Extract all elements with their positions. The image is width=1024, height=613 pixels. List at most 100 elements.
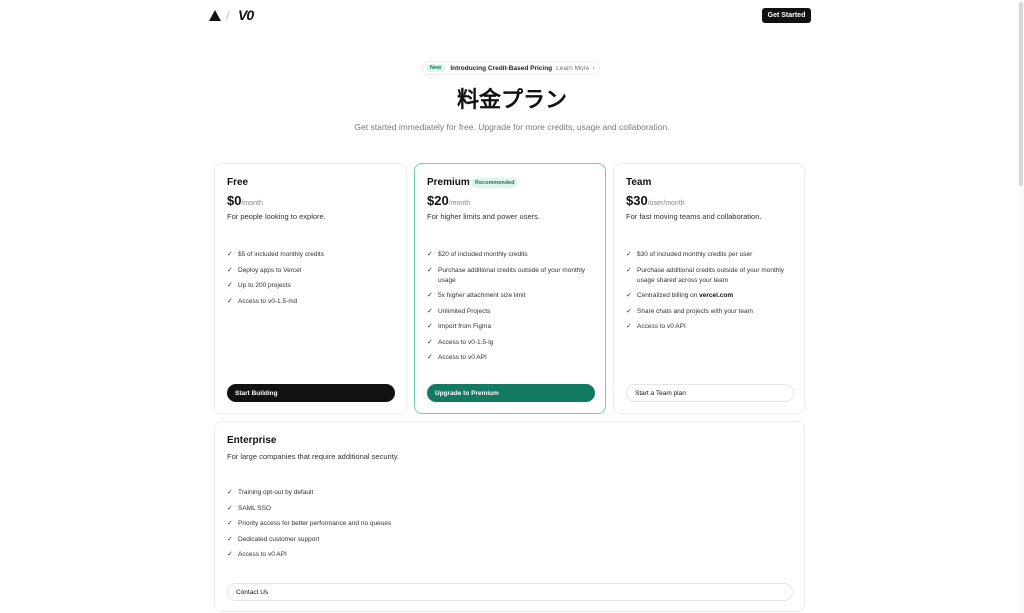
feature-item: ✓ Priority access for better performance …: [227, 519, 627, 529]
start-building-button[interactable]: Start Building: [227, 384, 395, 402]
check-icon: ✓: [227, 504, 233, 512]
feature-text: Access to v0 API: [438, 354, 487, 361]
feature-text: Access to v0 API: [637, 323, 686, 330]
feature-text: Import from Figma: [438, 323, 492, 330]
feature-item: ✓ $30 of included monthly credits per use…: [626, 250, 796, 260]
plan-name: Premium: [427, 177, 470, 188]
check-icon: ✓: [227, 266, 233, 274]
price-period: /user/month: [647, 200, 685, 207]
feature-item: ✓ $5 of included monthly credits: [227, 250, 397, 260]
feature-item: ✓ Access to v0 API: [427, 353, 597, 363]
feature-text: Access to v0-1.5-lg: [438, 338, 494, 346]
check-icon: ✓: [427, 266, 433, 274]
feature-text-prefix: Centralized billing on: [637, 292, 698, 299]
chevron-right-icon: ›: [592, 64, 595, 72]
check-icon: ✓: [427, 251, 433, 258]
plan-card-free: Free $0/month For people looking to expl…: [214, 163, 407, 414]
top-header: / V0 Get Started: [0, 0, 1024, 32]
scrollbar-thumb[interactable]: [1019, 2, 1023, 186]
feature-text: SAML SSO: [238, 504, 271, 512]
plan-price: $20/month: [427, 193, 470, 208]
price-period: /month: [241, 200, 263, 207]
feature-item: ✓ Dedicated customer support: [227, 535, 627, 545]
vercel-triangle-logo-icon[interactable]: [209, 10, 221, 21]
feature-item: ✓ Centralized billing on vercel.com: [626, 291, 796, 301]
check-icon: ✓: [626, 266, 632, 274]
plan-price: $30/user/month: [626, 193, 685, 208]
logo-separator: /: [226, 8, 230, 23]
feature-text: Up to 200 projects: [238, 282, 291, 289]
plan-name: Team: [626, 177, 652, 188]
feature-item: ✓ Access to v0-1.5-md: [227, 297, 397, 307]
feature-item: ✓ Access to v0 API: [626, 322, 796, 332]
upgrade-to-premium-button[interactable]: Upgrade to Premium: [427, 384, 595, 402]
learn-more-link[interactable]: Learn More: [556, 65, 589, 72]
page-subtitle: Get started immediately for free. Upgrad…: [354, 122, 670, 132]
feature-item: ✓ Access to v0 API: [227, 550, 627, 560]
feature-text: $30 of included monthly credits per user: [637, 251, 753, 258]
feature-text: Centralized billing on vercel.com: [637, 291, 733, 301]
feature-item: ✓ Purchase additional credits outside of …: [626, 266, 796, 286]
check-icon: ✓: [227, 489, 233, 496]
plan-name: Enterprise: [227, 435, 277, 446]
feature-list: ✓ Training opt-out by default ✓ SAML SSO ✓…: [227, 488, 627, 566]
check-icon: ✓: [227, 282, 233, 289]
feature-text: Purchase additional credits outside of y…: [637, 266, 785, 284]
v0-logo[interactable]: V0: [238, 7, 254, 23]
price-period: /month: [448, 200, 471, 207]
plan-card-premium: Premium Recommended $20/month For higher…: [414, 163, 606, 414]
feature-item: ✓ Purchase additional credits outside of …: [427, 266, 597, 286]
feature-item: ✓ Unlimited Projects: [427, 307, 597, 317]
check-icon: ✓: [427, 338, 433, 346]
check-icon: ✓: [427, 307, 433, 315]
billing-domain: vercel.com: [699, 292, 734, 299]
feature-text: Access to v0-1.5-md: [238, 297, 298, 305]
get-started-button[interactable]: Get Started: [762, 8, 811, 23]
feature-item: ✓ Up to 200 projects: [227, 281, 397, 291]
feature-text: 5x higher attachment size limit: [438, 292, 526, 299]
check-icon: ✓: [227, 251, 233, 258]
check-icon: ✓: [626, 251, 632, 258]
feature-item: ✓ SAML SSO: [227, 504, 627, 514]
check-icon: ✓: [626, 307, 632, 315]
page-scrollbar[interactable]: [1018, 0, 1024, 613]
plan-description: For large companies that require additio…: [227, 452, 400, 461]
plan-price: $0/month: [227, 193, 263, 208]
feature-text: Share chats and projects with your team: [637, 307, 753, 315]
check-icon: ✓: [427, 354, 433, 361]
contact-us-button[interactable]: Contact Us: [227, 583, 793, 601]
feature-text: Priority access for better performance a…: [238, 520, 392, 527]
feature-list: ✓ $30 of included monthly credits per use…: [626, 250, 796, 338]
feature-text: Dedicated customer support: [238, 535, 320, 543]
new-badge: New: [426, 64, 446, 72]
plan-name: Free: [227, 177, 249, 188]
plan-description: For fast moving teams and collaboration.: [626, 212, 762, 221]
feature-item: ✓ $20 of included monthly credits: [427, 250, 597, 260]
feature-text: $20 of included monthly credits: [438, 251, 528, 258]
price-amount: $0: [227, 193, 242, 208]
feature-text: Training opt-out by default: [238, 489, 314, 496]
feature-item: ✓ 5x higher attachment size limit: [427, 291, 597, 301]
announcement-pill[interactable]: New Introducing Credit-Based Pricing Lea…: [422, 61, 600, 75]
plan-card-enterprise: Enterprise For large companies that requ…: [214, 421, 805, 612]
check-icon: ✓: [626, 323, 632, 330]
plan-description: For people looking to explore.: [227, 212, 326, 221]
page-title: 料金プラン: [456, 87, 567, 112]
feature-item: ✓ Deploy apps to Vercel: [227, 266, 397, 276]
check-icon: ✓: [227, 551, 233, 558]
plan-card-team: Team $30/user/month For fast moving team…: [613, 163, 805, 414]
announcement-text: Introducing Credit-Based Pricing: [450, 64, 553, 72]
feature-list: ✓ $5 of included monthly credits ✓ Deploy …: [227, 250, 397, 312]
start-team-plan-button[interactable]: Start a Team plan: [626, 384, 794, 402]
feature-item: ✓ Training opt-out by default: [227, 488, 627, 498]
feature-text: Deploy apps to Vercel: [238, 266, 302, 274]
feature-item: ✓ Share chats and projects with your team: [626, 307, 796, 317]
plan-description: For higher limits and power users.: [427, 212, 540, 221]
recommended-badge: Recommended: [471, 178, 519, 188]
feature-text: Access to v0 API: [238, 551, 287, 558]
feature-text: $5 of included monthly credits: [238, 251, 324, 258]
check-icon: ✓: [227, 520, 233, 527]
feature-list: ✓ $20 of included monthly credits ✓ Purcha…: [427, 250, 597, 369]
feature-text: Purchase additional credits outside of y…: [438, 266, 586, 284]
feature-item: ✓ Import from Figma: [427, 322, 597, 332]
